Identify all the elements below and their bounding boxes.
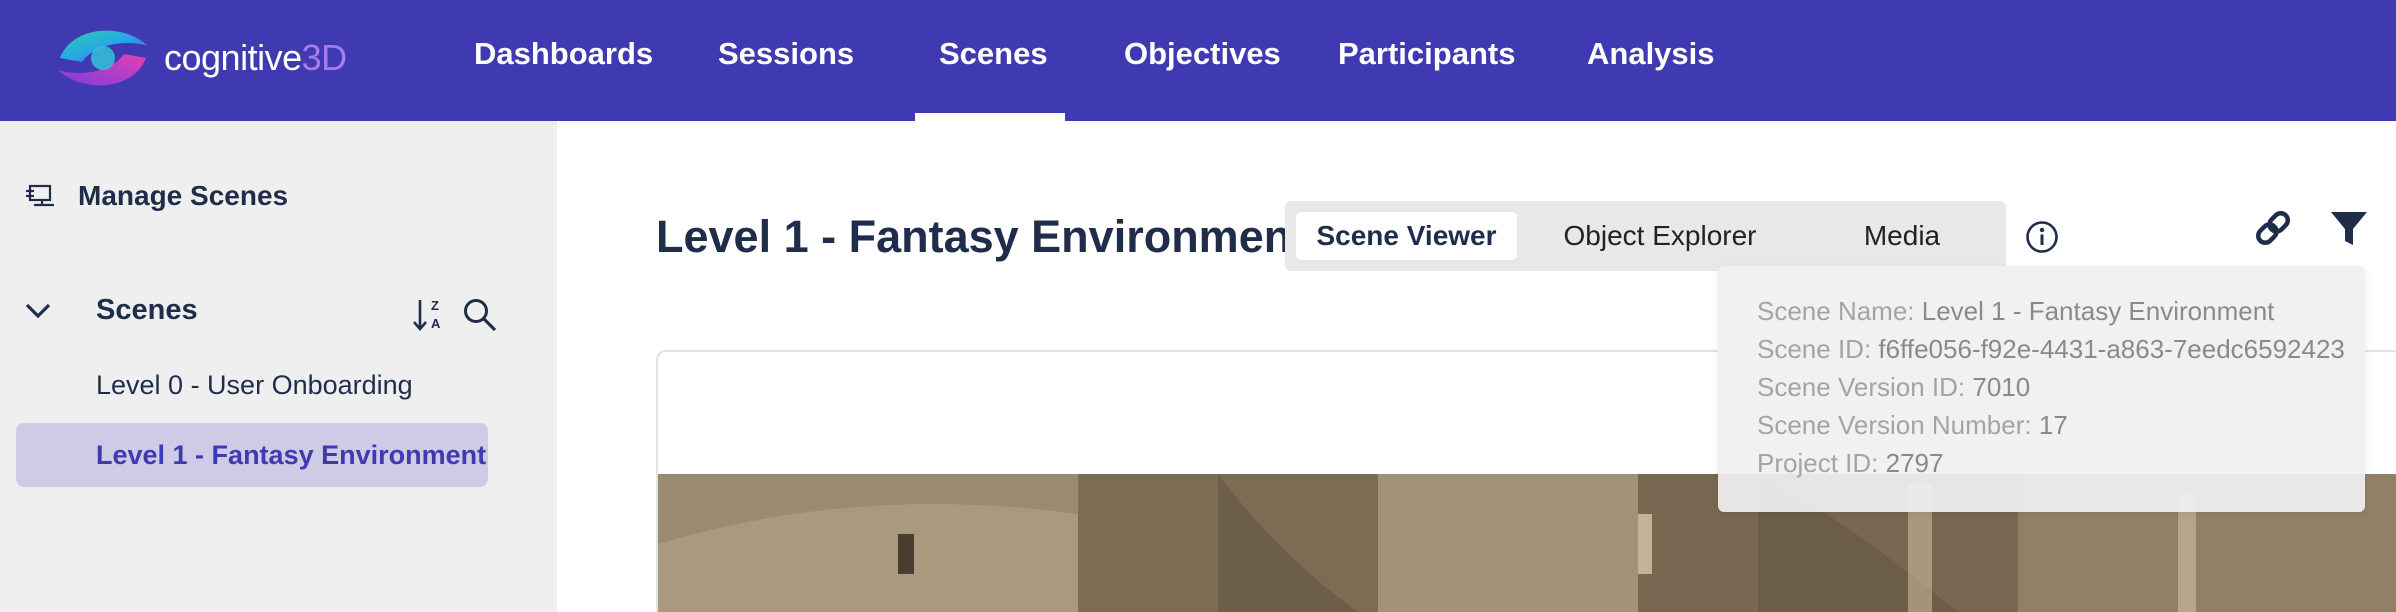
manage-scenes-link[interactable]: Manage Scenes: [24, 180, 288, 212]
scene-info-tooltip: Scene Name: Level 1 - Fantasy Environmen…: [1718, 266, 2365, 512]
logo-text: cognitive3D: [164, 37, 347, 78]
tab-scene-viewer[interactable]: Scene Viewer: [1296, 212, 1517, 260]
view-tabs: Scene Viewer Object Explorer Media: [1285, 201, 2006, 271]
nav-sessions[interactable]: Sessions: [718, 36, 854, 72]
search-icon[interactable]: [462, 297, 498, 333]
link-icon[interactable]: [2252, 207, 2294, 249]
tooltip-scene-version-number: Scene Version Number: 17: [1757, 410, 2068, 440]
nav-dashboards[interactable]: Dashboards: [474, 36, 653, 72]
nav-analysis[interactable]: Analysis: [1587, 36, 1715, 72]
tooltip-project-id: Project ID: 2797: [1757, 448, 1944, 478]
filter-icon[interactable]: [2330, 210, 2368, 248]
nav-scenes[interactable]: Scenes: [939, 36, 1048, 72]
tooltip-scene-name: Scene Name: Level 1 - Fantasy Environmen…: [1757, 296, 2275, 326]
tooltip-scene-id: Scene ID: f6ffe056-f92e-4431-a863-7eedc6…: [1757, 334, 2345, 364]
chevron-down-icon[interactable]: [24, 302, 52, 320]
info-icon[interactable]: [2024, 219, 2060, 255]
scene-item-level-1[interactable]: Level 1 - Fantasy Environment: [96, 440, 486, 471]
top-nav-bar: cognitive3D Dashboards Sessions Scenes O…: [0, 0, 2396, 121]
logo[interactable]: cognitive3D: [52, 20, 347, 96]
svg-text:A: A: [431, 316, 441, 331]
tab-object-explorer[interactable]: Object Explorer: [1525, 212, 1795, 260]
manage-scenes-label: Manage Scenes: [78, 180, 289, 211]
tab-media[interactable]: Media: [1809, 212, 1995, 260]
page-title: Level 1 - Fantasy Environment: [656, 211, 1307, 262]
scene-item-level-0[interactable]: Level 0 - User Onboarding: [96, 370, 413, 401]
nav-objectives[interactable]: Objectives: [1124, 36, 1281, 72]
svg-text:Z: Z: [431, 298, 439, 313]
scenes-section-label: Scenes: [96, 294, 198, 326]
logo-mark-icon: [58, 30, 148, 86]
sort-z-a-icon[interactable]: Z A: [412, 296, 446, 334]
nav-active-indicator: [915, 113, 1065, 121]
nav-participants[interactable]: Participants: [1338, 36, 1515, 72]
tooltip-scene-version-id: Scene Version ID: 7010: [1757, 372, 2031, 402]
manage-scenes-icon: [26, 184, 54, 207]
